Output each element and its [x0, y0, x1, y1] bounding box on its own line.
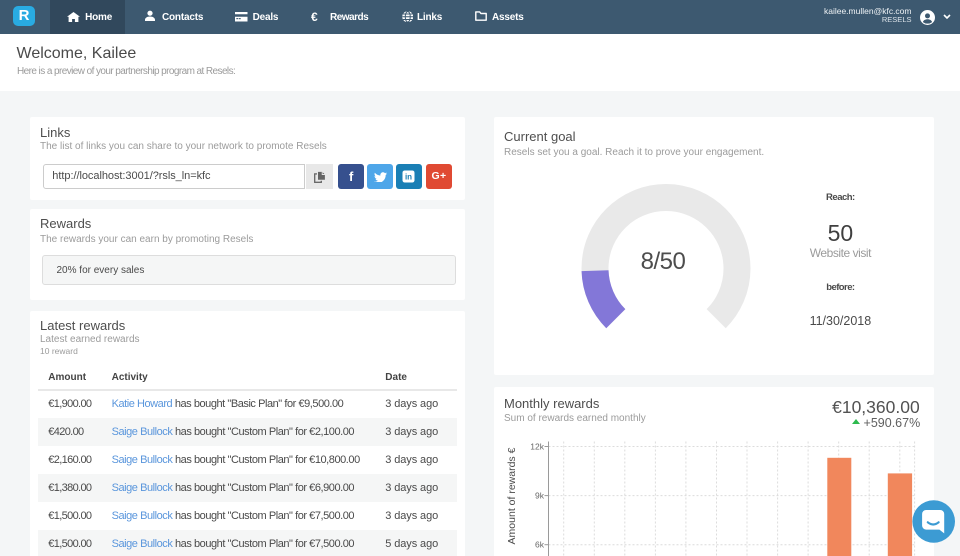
- svg-text:12k: 12k: [530, 442, 544, 452]
- svg-text:6k: 6k: [535, 540, 545, 550]
- svg-text:9k: 9k: [535, 491, 545, 501]
- svg-text:in: in: [405, 173, 412, 182]
